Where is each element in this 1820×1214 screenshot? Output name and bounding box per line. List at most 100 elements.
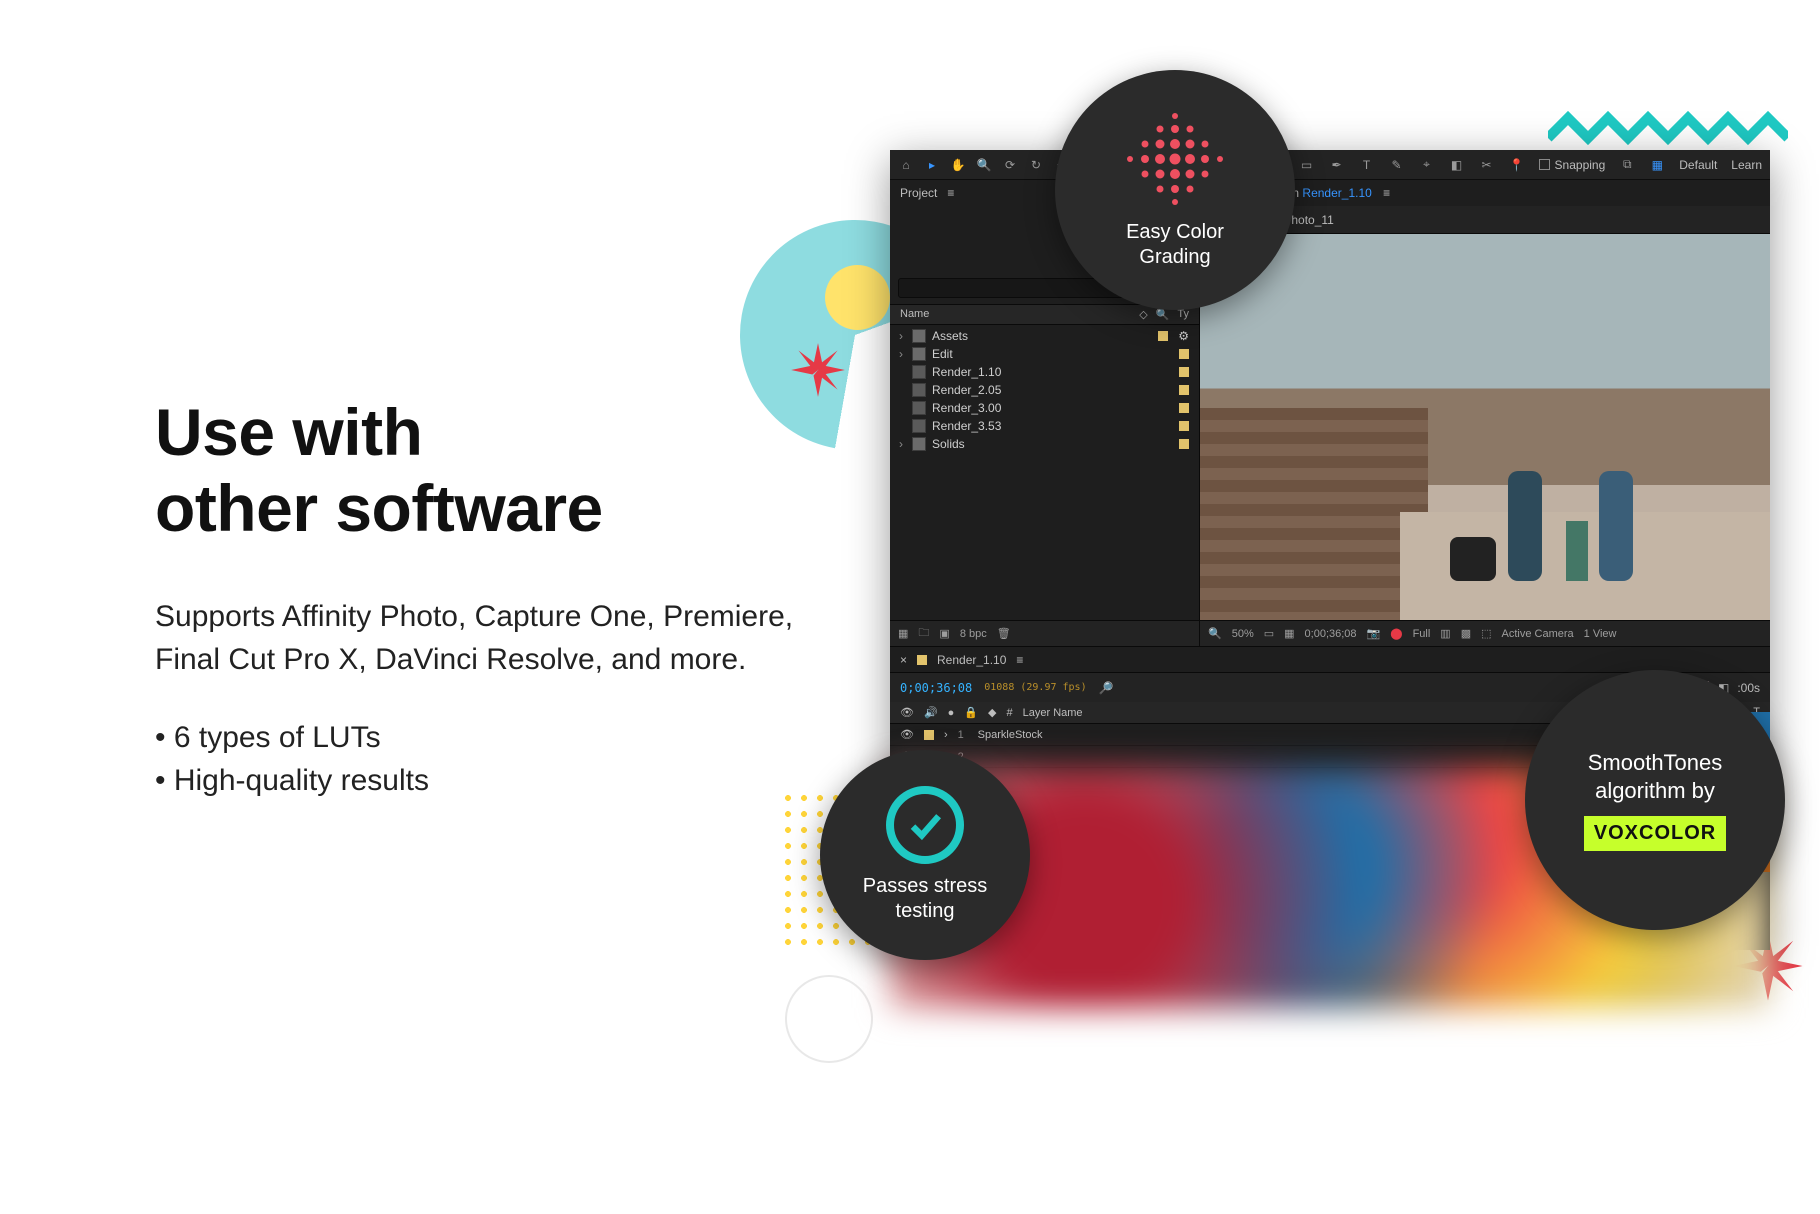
folder-icon (912, 347, 926, 361)
3d-icon[interactable]: ⬚ (1481, 627, 1491, 640)
interpret-icon[interactable]: ▦ (898, 627, 908, 640)
panel-menu-icon-3[interactable]: ≡ (1016, 653, 1023, 667)
headline-line1: Use with (155, 395, 422, 469)
badge-smooth-line1: SmoothTones (1588, 749, 1723, 777)
solo-col-icon: ● (948, 707, 955, 719)
views-select[interactable]: 1 View (1584, 628, 1617, 640)
label-swatch (1179, 439, 1189, 449)
badge-smooth-line2: algorithm by (1588, 777, 1723, 805)
snap-align-icon[interactable]: ▦ (1649, 157, 1665, 173)
timeline-tab[interactable]: Render_1.10 (937, 653, 1006, 667)
folder-icon (912, 329, 926, 343)
clone-tool-icon[interactable]: ⌖ (1419, 157, 1435, 173)
composition-link: Render_1.10 (1302, 186, 1371, 200)
label-swatch (1179, 349, 1189, 359)
checkbox-icon (1539, 159, 1550, 170)
project-item-assets[interactable]: ›Assets⚙ (890, 327, 1199, 345)
new-comp-icon[interactable]: ▣ (939, 627, 949, 640)
project-item-r300[interactable]: Render_3.00 (890, 399, 1199, 417)
zoom-value[interactable]: 50% (1232, 628, 1254, 640)
comp-icon (912, 365, 926, 379)
puppet-tool-icon[interactable]: 📍 (1509, 157, 1525, 173)
panel-menu-icon-2[interactable]: ≡ (1383, 186, 1390, 200)
label-swatch (917, 655, 927, 665)
composition-panel: ‹ Part_1 ‹ Photo_11 🔍 50% ▭ ▦ 0;00;36;08 (1200, 206, 1770, 646)
decor-dot-yellow (825, 265, 890, 330)
label-swatch (1179, 367, 1189, 377)
snap-ext-icon[interactable]: ⧉ (1619, 157, 1635, 173)
col-type[interactable]: Ty (1177, 308, 1189, 321)
camera-select[interactable]: Active Camera (1502, 628, 1574, 640)
label-swatch (1158, 331, 1168, 341)
selection-tool-icon[interactable]: ▸ (924, 157, 940, 173)
pen-tool-icon[interactable]: ✒ (1329, 157, 1345, 173)
badge-easy-color-grading: Easy Color Grading (1055, 70, 1295, 310)
region-icon[interactable]: ▥ (1440, 627, 1450, 640)
snapshot-icon[interactable]: 📷 (1367, 627, 1381, 640)
resolution-select[interactable]: Full (1413, 628, 1431, 640)
decor-star-red (790, 342, 846, 398)
current-time[interactable]: 0;00;36;08 (1305, 628, 1357, 640)
comp-icon (912, 419, 926, 433)
col-search-icon[interactable]: 🔍 (1156, 308, 1170, 321)
viewer-person (1599, 471, 1633, 581)
badge-passes-stress-testing: Passes stress testing (820, 750, 1030, 960)
checkmark-circle-icon (886, 786, 964, 864)
bullet-luts: • 6 types of LUTs (155, 716, 795, 760)
ae-toolbar: ⌂ ▸ ✋ 🔍 ⟳ ↻ ✥ ▭ ✒ T ✎ ⌖ ◧ ✂ 📍 Snapping ⧉… (890, 150, 1770, 180)
panel-menu-icon[interactable]: ≡ (947, 186, 954, 200)
channel-icon[interactable]: ⬤ (1390, 627, 1402, 640)
eraser-tool-icon[interactable]: ◧ (1449, 157, 1465, 173)
subcopy: Supports Affinity Photo, Capture One, Pr… (155, 595, 795, 682)
timeline-close-icon[interactable]: × (900, 653, 907, 667)
workspace-learn[interactable]: Learn (1731, 158, 1762, 172)
snapping-toggle[interactable]: Snapping (1539, 158, 1606, 172)
type-tool-icon[interactable]: T (1359, 157, 1375, 173)
new-folder-icon[interactable]: 🗀 (918, 624, 929, 643)
roto-tool-icon[interactable]: ✂ (1479, 157, 1495, 173)
project-item-edit[interactable]: ›Edit (890, 345, 1199, 363)
decor-zigzag (1548, 110, 1788, 146)
col-name[interactable]: Name (900, 308, 929, 321)
headline: Use with other software (155, 395, 795, 547)
bpc-toggle[interactable]: 8 bpc (960, 628, 987, 640)
workspace-default[interactable]: Default (1679, 158, 1717, 172)
magnify-icon[interactable]: 🔍 (1208, 627, 1222, 640)
lock-col-icon: 🔒 (964, 706, 978, 719)
project-tab[interactable]: Project (900, 186, 937, 200)
rotation-tool-icon[interactable]: ↻ (1028, 157, 1044, 173)
badge-easy-line2: Grading (1126, 245, 1224, 270)
resolution-icon[interactable]: ▭ (1264, 627, 1274, 640)
label-swatch (924, 730, 934, 740)
voxcolor-brand: VOXCOLOR (1584, 816, 1726, 851)
label-swatch (1179, 421, 1189, 431)
project-item-r205[interactable]: Render_2.05 (890, 381, 1199, 399)
project-item-solids[interactable]: ›Solids (890, 435, 1199, 453)
tree-icon: ⚙ (1178, 329, 1189, 343)
viewer-stairs (1200, 408, 1428, 620)
comp-icon (912, 383, 926, 397)
timeline-search-icon[interactable]: 🔎 (1099, 681, 1114, 695)
timecode[interactable]: 0;00;36;08 (900, 681, 972, 695)
trash-icon[interactable]: 🗑 (997, 627, 1011, 640)
col-tag-icon[interactable]: ◇ (1139, 308, 1147, 321)
headline-line2: other software (155, 471, 603, 545)
shape-tool-icon[interactable]: ▭ (1299, 157, 1315, 173)
comp-icon (912, 401, 926, 415)
label-col-icon: ◆ (988, 706, 996, 719)
project-item-r353[interactable]: Render_3.53 (890, 417, 1199, 435)
home-icon[interactable]: ⌂ (898, 157, 914, 173)
project-item-r110[interactable]: Render_1.10 (890, 363, 1199, 381)
label-swatch (1179, 385, 1189, 395)
transparency-icon[interactable]: ▩ (1461, 627, 1471, 640)
composition-viewer[interactable] (1200, 234, 1770, 620)
orbit-tool-icon[interactable]: ⟳ (1002, 157, 1018, 173)
grid-icon[interactable]: ▦ (1284, 627, 1294, 640)
audio-col-icon: 🔊 (924, 706, 938, 719)
folder-icon (912, 437, 926, 451)
badge-stress-line2: testing (863, 899, 987, 924)
hand-tool-icon[interactable]: ✋ (950, 157, 966, 173)
brush-tool-icon[interactable]: ✎ (1389, 157, 1405, 173)
zoom-tool-icon[interactable]: 🔍 (976, 157, 992, 173)
badge-easy-line1: Easy Color (1126, 220, 1224, 245)
